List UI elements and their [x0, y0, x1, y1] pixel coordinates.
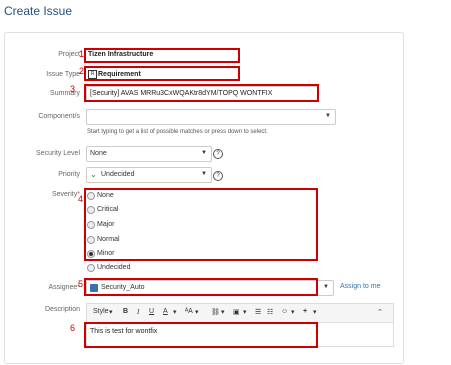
chevron-down-icon[interactable]: ▾	[291, 308, 295, 316]
severity-option-minor: Minor	[97, 250, 115, 257]
chevron-down-icon: ▼	[201, 171, 207, 177]
components-label: Component/s	[38, 113, 80, 120]
security-level-value: None	[90, 150, 107, 157]
chevron-down-icon[interactable]: ▾	[173, 308, 177, 316]
annotation-number-5: 5	[78, 279, 84, 289]
security-level-label: Security Level	[36, 150, 80, 157]
priority-arrow-icon: ⌄	[90, 170, 97, 179]
chevron-down-icon[interactable]: ▾	[109, 308, 113, 316]
issue-type-label: Issue Type	[46, 71, 80, 78]
priority-select[interactable]: ⌄ Undecided ▼	[86, 167, 212, 183]
chevron-down-icon[interactable]: ▾	[243, 308, 247, 316]
bold-icon[interactable]: B	[123, 308, 128, 315]
help-icon[interactable]: ?	[213, 171, 223, 181]
insert-plus-icon[interactable]: +	[303, 308, 307, 315]
chevron-down-icon[interactable]: ▾	[313, 308, 317, 316]
underline-icon[interactable]: U	[149, 308, 154, 315]
summary-label: Summary	[50, 90, 80, 97]
severity-option-normal: Normal	[97, 236, 120, 243]
severity-radio-undecided[interactable]	[87, 264, 95, 272]
image-icon[interactable]: ▣	[233, 308, 240, 316]
severity-option-major: Major	[97, 221, 115, 228]
assign-to-me-link[interactable]: Assign to me	[340, 283, 380, 290]
severity-radio-critical[interactable]	[87, 206, 95, 214]
numbered-list-icon[interactable]: ☷	[267, 308, 273, 316]
link-icon[interactable]: ⛓	[211, 308, 220, 316]
text-color-icon[interactable]: A	[163, 308, 168, 315]
emoticon-icon[interactable]: ☺	[281, 308, 288, 315]
annotation-box-1	[84, 48, 240, 63]
chevron-down-icon[interactable]: ▼	[325, 113, 331, 119]
severity-option-none: None	[97, 192, 114, 199]
annotation-number-3: 3	[70, 84, 76, 94]
severity-radio-minor[interactable]	[87, 250, 95, 258]
severity-option-critical: Critical	[97, 206, 119, 213]
text-size-icon[interactable]: ᴬA	[185, 308, 193, 315]
components-hint: Start typing to get a list of possible m…	[87, 129, 268, 135]
bullet-list-icon[interactable]: ☰	[255, 308, 261, 316]
assignee-label: Assignee*	[48, 284, 80, 291]
project-label: Project	[58, 51, 80, 58]
style-dropdown[interactable]: Style	[93, 308, 109, 315]
chevron-down-icon[interactable]: ▾	[195, 308, 199, 316]
chevron-down-icon[interactable]: ▾	[221, 308, 225, 316]
italic-icon[interactable]: I	[137, 308, 139, 316]
annotation-box-4	[84, 188, 318, 261]
chevron-down-icon: ▼	[201, 150, 207, 156]
annotation-box-6	[84, 322, 318, 348]
annotation-number-2: 2	[79, 66, 85, 76]
annotation-box-3	[84, 84, 319, 102]
collapse-icon[interactable]: ⌃	[377, 308, 383, 316]
editor-toolbar: Style ▾ B I U A ▾ ᴬA ▾ ⛓ ▾ ▣ ▾ ☰ ☷ ☺ ▾ +…	[86, 303, 394, 323]
help-icon[interactable]: ?	[213, 149, 223, 159]
annotation-box-2	[84, 66, 240, 81]
chevron-down-icon: ▼	[323, 284, 329, 290]
severity-radio-normal[interactable]	[87, 236, 95, 244]
security-level-select[interactable]: None ▼	[86, 146, 212, 162]
priority-label: Priority	[58, 171, 80, 178]
severity-radio-major[interactable]	[87, 221, 95, 229]
page-title: Create Issue	[4, 4, 73, 18]
annotation-box-5	[84, 278, 318, 296]
severity-option-undecided: Undecided	[97, 264, 131, 271]
description-label: Description	[44, 306, 80, 313]
annotation-number-6: 6	[70, 323, 76, 333]
annotation-number-4: 4	[78, 194, 84, 204]
severity-radio-none[interactable]	[87, 192, 95, 200]
components-input[interactable]: ▼	[86, 109, 336, 125]
priority-value: Undecided	[101, 171, 135, 178]
annotation-number-1: 1	[79, 49, 85, 59]
severity-label: Severity*	[51, 191, 80, 198]
